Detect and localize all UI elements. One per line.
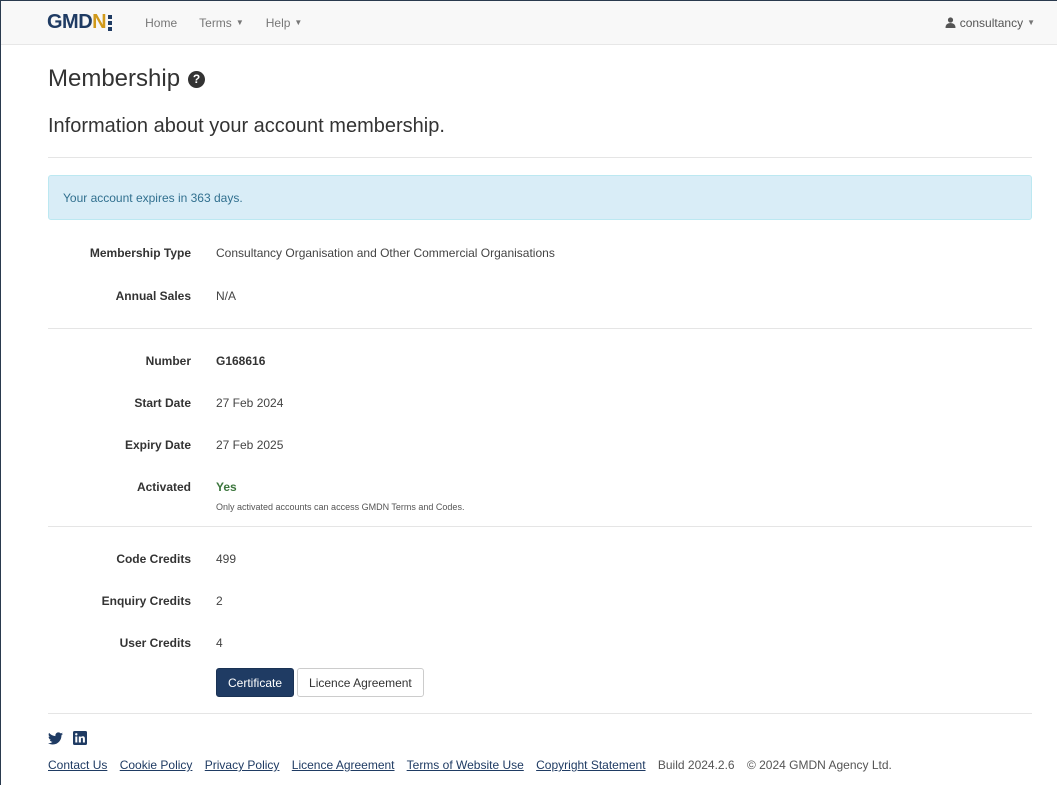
nav-home[interactable]: Home	[145, 16, 177, 30]
code-credits-label: Code Credits	[116, 552, 191, 566]
navbar: GMD N Home Terms ▼ Help ▼ consultancy ▼	[1, 1, 1057, 45]
expiry-date-row: Expiry Date 27 Feb 2025	[48, 438, 1032, 452]
enquiry-credits-label: Enquiry Credits	[101, 594, 191, 608]
footer-link-cookie-policy[interactable]: Cookie Policy	[120, 758, 193, 772]
user-menu-dropdown[interactable]: consultancy ▼	[945, 16, 1035, 30]
logo-dots-icon	[108, 14, 113, 31]
code-credits-value: 499	[216, 552, 237, 566]
expiry-date-value: 27 Feb 2025	[216, 438, 284, 452]
user-credits-row: User Credits 4	[48, 636, 1032, 650]
divider	[48, 328, 1032, 329]
annual-sales-row: Annual Sales N/A	[48, 289, 1032, 303]
linkedin-icon[interactable]	[73, 731, 87, 745]
enquiry-credits-value: 2	[216, 594, 223, 608]
footer-link-contact-us[interactable]: Contact Us	[48, 758, 107, 772]
copyright-text: © 2024 GMDN Agency Ltd.	[746, 758, 892, 772]
activated-row: Activated Yes	[48, 480, 1032, 494]
page-subtitle: Information about your account membershi…	[48, 115, 445, 137]
divider	[48, 157, 1032, 158]
caret-down-icon: ▼	[1027, 18, 1035, 27]
caret-down-icon: ▼	[235, 18, 244, 27]
user-credits-label: User Credits	[119, 636, 191, 650]
twitter-icon[interactable]	[48, 731, 63, 745]
footer-link-privacy-policy[interactable]: Privacy Policy	[205, 758, 280, 772]
gmdn-logo[interactable]: GMD N	[47, 11, 113, 34]
expiry-date-label: Expiry Date	[124, 438, 191, 452]
nav-terms-dropdown[interactable]: Terms ▼	[199, 16, 244, 30]
nav-help-dropdown[interactable]: Help ▼	[266, 16, 303, 30]
number-label: Number	[145, 354, 191, 368]
caret-down-icon: ▼	[294, 18, 303, 27]
question-circle-icon[interactable]: ?	[188, 70, 206, 88]
social-links	[48, 730, 1057, 746]
action-buttons: Certificate Licence Agreement	[216, 668, 1032, 697]
annual-sales-label: Annual Sales	[115, 289, 191, 303]
certificate-button[interactable]: Certificate	[216, 668, 295, 697]
annual-sales-value: N/A	[216, 289, 237, 303]
membership-type-label: Membership Type	[89, 246, 191, 260]
footer-links: Contact Us Cookie Policy Privacy Policy …	[48, 758, 1057, 772]
nav-terms-label: Terms	[199, 15, 232, 30]
enquiry-credits-row: Enquiry Credits 2	[48, 594, 1032, 608]
footer-link-terms-of-website-use[interactable]: Terms of Website Use	[407, 758, 524, 772]
divider	[48, 526, 1032, 527]
divider	[48, 713, 1032, 714]
number-row: Number G168616	[48, 354, 1032, 368]
expiry-alert: Your account expires in 363 days.	[48, 175, 1032, 220]
logo-text: GMD	[47, 11, 93, 33]
logo-n: N	[92, 11, 107, 33]
user-icon	[945, 17, 956, 28]
start-date-row: Start Date 27 Feb 2024	[48, 396, 1032, 410]
nav-home-label: Home	[145, 15, 178, 30]
number-value: G168616	[216, 354, 266, 368]
page-title: Membership ?	[48, 65, 1032, 93]
nav-help-label: Help	[265, 15, 291, 30]
start-date-value: 27 Feb 2024	[216, 396, 284, 410]
page-title-text: Membership	[48, 65, 181, 92]
build-version: Build 2024.2.6	[657, 758, 735, 772]
code-credits-row: Code Credits 499	[48, 552, 1032, 566]
main-content: Membership ? Information about your acco…	[1, 65, 1057, 714]
footer-link-copyright-statement[interactable]: Copyright Statement	[536, 758, 645, 772]
start-date-label: Start Date	[134, 396, 191, 410]
activated-value: Yes	[216, 480, 237, 494]
activated-help-text: Only activated accounts can access GMDN …	[216, 502, 465, 512]
footer: Contact Us Cookie Policy Privacy Policy …	[1, 730, 1057, 772]
page-frame: GMD N Home Terms ▼ Help ▼ consultancy ▼ M…	[0, 0, 1057, 785]
footer-link-licence-agreement[interactable]: Licence Agreement	[292, 758, 395, 772]
membership-type-row: Membership Type Consultancy Organisation…	[48, 246, 1032, 260]
activated-label: Activated	[136, 480, 191, 494]
user-name: consultancy	[959, 15, 1024, 30]
user-credits-value: 4	[216, 636, 223, 650]
expiry-alert-text: Your account expires in 363 days.	[63, 190, 243, 205]
licence-agreement-button[interactable]: Licence Agreement	[297, 668, 424, 697]
membership-type-value: Consultancy Organisation and Other Comme…	[216, 246, 555, 260]
